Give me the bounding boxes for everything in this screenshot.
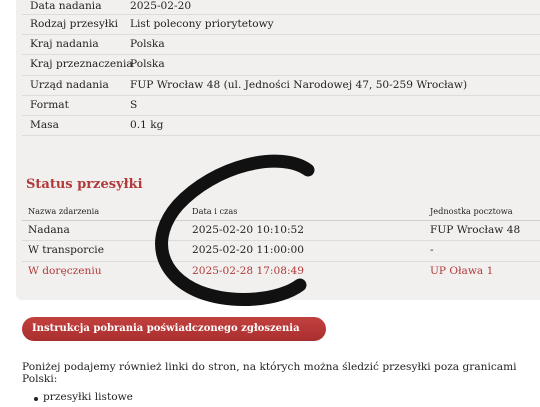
detail-row-office: Urząd nadania FUP Wrocław 48 (ul. Jednoś…	[22, 76, 540, 96]
tracking-info-text: Poniżej podajemy również linki do stron,…	[22, 361, 517, 385]
detail-value: 0.1 kg	[130, 118, 164, 131]
detail-row-origin-country: Kraj nadania Polska	[22, 35, 540, 56]
detail-label: Urząd nadania	[30, 78, 109, 91]
detail-value: List polecony priorytetowy	[130, 18, 274, 30]
event-datetime: 2025-02-20 11:00:00	[192, 244, 305, 257]
event-datetime: 2025-02-28 17:08:49	[192, 264, 305, 277]
status-table: Nazwa zdarzenia Data i czas Jednostka po…	[22, 203, 540, 281]
event-unit: -	[430, 244, 434, 257]
link-letters[interactable]: przesyłki listowe	[43, 391, 133, 403]
detail-label: Data nadania	[30, 0, 102, 12]
detail-value: Polska	[130, 38, 165, 51]
customs-instructions-button[interactable]: Instrukcja pobrania poświadczonego zgłos…	[22, 317, 326, 358]
bullet-icon	[34, 397, 38, 401]
event-name: Nadana	[28, 224, 70, 236]
event-unit: UP Oława 1	[430, 264, 494, 277]
detail-label: Kraj przeznaczenia	[30, 58, 133, 71]
detail-row-format: Format S	[22, 96, 540, 116]
detail-value: S	[130, 98, 138, 111]
detail-value: FUP Wrocław 48 (ul. Jedności Narodowej 4…	[130, 78, 468, 91]
event-name: W doręczeniu	[28, 264, 102, 277]
event-unit: FUP Wrocław 48	[430, 224, 521, 236]
detail-row-destination-country: Kraj przeznaczenia Polska	[22, 55, 540, 76]
header-unit: Jednostka pocztowa	[430, 206, 513, 216]
table-row: Nadana 2025-02-20 10:10:52 FUP Wrocław 4…	[22, 221, 540, 242]
detail-row-type: Rodzaj przesyłki List polecony priorytet…	[22, 15, 540, 36]
detail-row-date: Data nadania 2025-02-20	[22, 0, 540, 15]
header-event: Nazwa zdarzenia	[28, 206, 100, 216]
detail-label: Rodzaj przesyłki	[30, 18, 119, 30]
header-datetime: Data i czas	[192, 206, 238, 216]
detail-value: 2025-02-20	[130, 0, 192, 12]
shipment-details-table: Data nadania 2025-02-20 Rodzaj przesyłki…	[22, 0, 540, 137]
table-row: W transporcie 2025-02-20 11:00:00 -	[22, 241, 540, 262]
detail-label: Format	[30, 98, 69, 111]
status-table-header: Nazwa zdarzenia Data i czas Jednostka po…	[22, 203, 540, 221]
event-datetime: 2025-02-20 10:10:52	[192, 224, 305, 236]
detail-value: Polska	[130, 58, 165, 71]
detail-label: Masa	[30, 118, 59, 131]
detail-row-weight: Masa 0.1 kg	[22, 116, 540, 137]
status-heading: Status przesyłki	[26, 177, 143, 192]
event-name: W transporcie	[28, 244, 104, 257]
detail-label: Kraj nadania	[30, 38, 99, 51]
table-row: W doręczeniu 2025-02-28 17:08:49 UP Oław…	[22, 262, 540, 281]
